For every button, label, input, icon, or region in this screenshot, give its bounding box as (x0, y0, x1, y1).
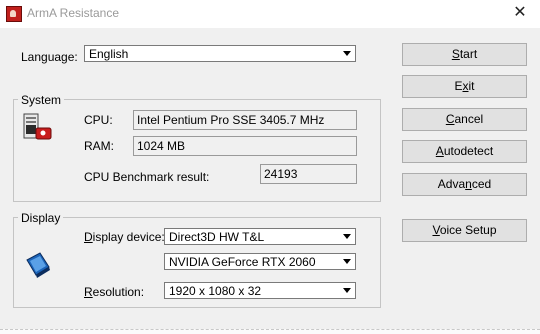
display-icon (26, 252, 50, 278)
language-label: Language: (21, 50, 78, 64)
resolution-select[interactable]: 1920 x 1080 x 32 (164, 282, 356, 299)
title-bar: ArmA Resistance ✕ (0, 0, 540, 28)
cancel-button[interactable]: Cancel (402, 108, 527, 131)
resolution-value: 1920 x 1080 x 32 (169, 284, 262, 298)
display-device-select[interactable]: Direct3D HW T&L (164, 228, 356, 245)
chevron-down-icon[interactable] (340, 284, 354, 297)
chevron-down-icon[interactable] (340, 230, 354, 243)
display-adapter-value: NVIDIA GeForce RTX 2060 (169, 255, 316, 269)
exit-button[interactable]: Exit (402, 75, 527, 98)
start-button[interactable]: Start (402, 43, 527, 66)
cpu-value: Intel Pentium Pro SSE 3405.7 MHz (137, 113, 325, 127)
app-icon (6, 6, 22, 22)
ram-field: 1024 MB (133, 136, 357, 156)
chevron-down-icon[interactable] (340, 255, 354, 268)
cpu-label: CPU: (84, 113, 113, 127)
cpu-field: Intel Pentium Pro SSE 3405.7 MHz (133, 110, 357, 130)
resolution-label: Resolution: (84, 285, 145, 299)
display-group-title: Display (18, 211, 64, 225)
display-device-value: Direct3D HW T&L (169, 230, 265, 244)
benchmark-value: 24193 (264, 167, 298, 181)
autodetect-button[interactable]: Autodetect (402, 140, 527, 163)
window-bottom-edge (0, 329, 540, 334)
language-select-value: English (89, 47, 129, 61)
benchmark-field: 24193 (260, 164, 357, 184)
computer-icon (23, 113, 52, 140)
ram-label: RAM: (84, 139, 114, 153)
system-group-title: System (18, 93, 65, 107)
window-title: ArmA Resistance (27, 6, 120, 20)
display-adapter-select[interactable]: NVIDIA GeForce RTX 2060 (164, 253, 356, 270)
language-select[interactable]: English (84, 45, 356, 62)
chevron-down-icon[interactable] (340, 47, 354, 60)
advanced-button[interactable]: Advanced (402, 173, 527, 196)
voice-setup-button[interactable]: Voice Setup (402, 219, 527, 242)
ram-value: 1024 MB (137, 139, 186, 153)
display-device-label: Display device: (84, 230, 165, 244)
close-button[interactable]: ✕ (512, 5, 528, 22)
benchmark-label: CPU Benchmark result: (84, 170, 210, 184)
